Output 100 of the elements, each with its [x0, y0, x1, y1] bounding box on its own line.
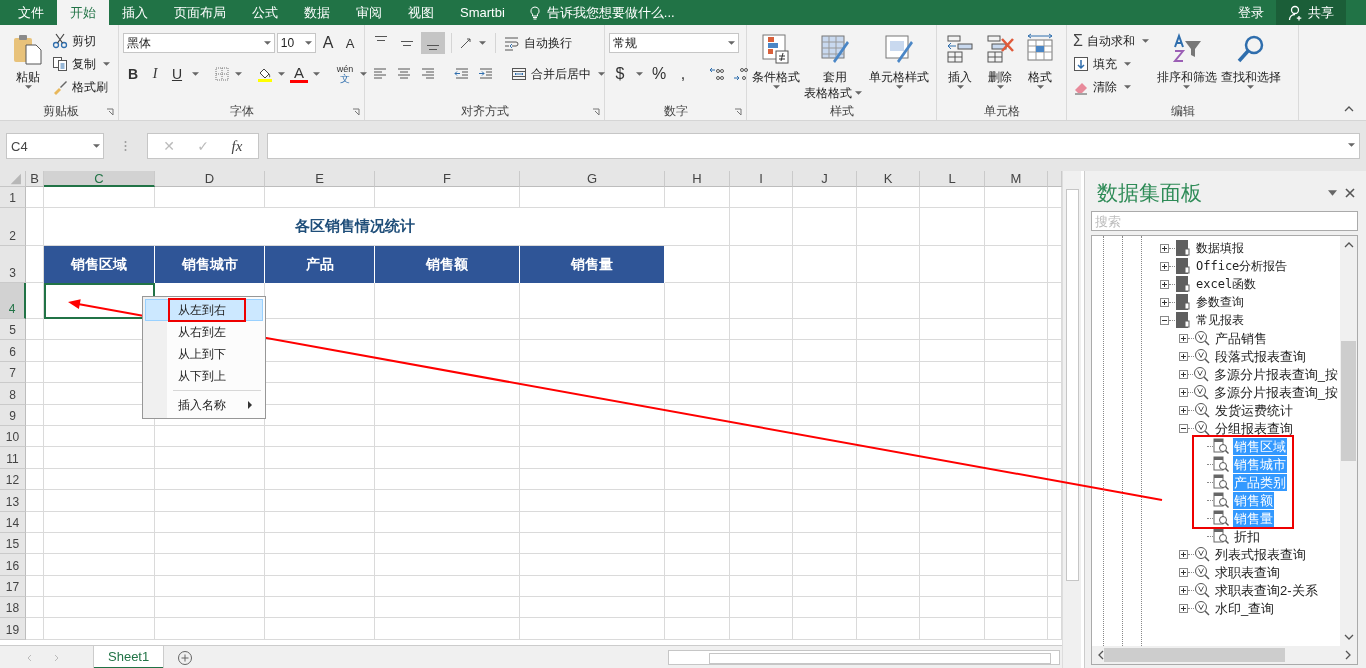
- close-icon[interactable]: [1345, 188, 1355, 198]
- ribbon-tab[interactable]: 插入: [109, 0, 161, 25]
- tell-me-search[interactable]: 告诉我您想要做什么...: [517, 0, 685, 25]
- tree-item[interactable]: 列表式报表查询: [1214, 545, 1307, 563]
- row-header[interactable]: 11: [0, 447, 26, 469]
- ribbon-tab[interactable]: Smartbi: [447, 0, 518, 25]
- row-header[interactable]: 19: [0, 618, 26, 640]
- tree-item[interactable]: 求职表查询2-关系: [1214, 581, 1319, 599]
- tree-toggle-icon[interactable]: [1179, 423, 1188, 433]
- row-header[interactable]: 7: [0, 361, 26, 384]
- insert-function-button[interactable]: fx: [222, 135, 252, 157]
- italic-button[interactable]: I: [145, 63, 165, 85]
- column-header[interactable]: I: [730, 171, 793, 187]
- tree-item[interactable]: 求职表查询: [1214, 563, 1281, 581]
- column-header[interactable]: F: [375, 171, 520, 187]
- caret-icon[interactable]: [192, 71, 199, 77]
- add-sheet-icon[interactable]: [177, 649, 194, 666]
- sheet-tab[interactable]: Sheet1: [94, 646, 164, 668]
- column-header[interactable]: L: [920, 171, 985, 187]
- scroll-left-icon[interactable]: [1098, 650, 1104, 660]
- dropdown-caret-icon[interactable]: [1328, 190, 1337, 196]
- format-as-table-button[interactable]: 套用 表格格式: [803, 31, 866, 103]
- orientation-icon[interactable]: [458, 35, 474, 51]
- dialog-launcher-icon[interactable]: [592, 108, 600, 116]
- number-format-field[interactable]: 常规: [609, 33, 739, 53]
- wrap-text-button[interactable]: 自动换行: [502, 33, 574, 53]
- insert-cells-button[interactable]: 插入: [941, 31, 979, 92]
- tree-toggle-icon[interactable]: [1179, 567, 1188, 577]
- column-header[interactable]: J: [793, 171, 857, 187]
- row-header[interactable]: 10: [0, 425, 26, 448]
- formula-input[interactable]: [267, 133, 1360, 159]
- vertical-scrollbar[interactable]: [1062, 171, 1081, 668]
- menu-item[interactable]: 从下到上: [145, 365, 263, 387]
- tree-toggle-icon[interactable]: [1160, 297, 1169, 307]
- column-header[interactable]: E: [265, 171, 375, 187]
- row-header[interactable]: 18: [0, 597, 26, 619]
- dialog-launcher-icon[interactable]: [352, 108, 360, 116]
- column-header[interactable]: H: [665, 171, 730, 187]
- conditional-formatting-button[interactable]: 条件格式: [751, 31, 801, 92]
- row-header[interactable]: 14: [0, 511, 26, 533]
- row-header[interactable]: 12: [0, 468, 26, 491]
- tree-item[interactable]: 水印_查询: [1214, 599, 1276, 617]
- decrease-font-size-button[interactable]: A: [340, 32, 360, 54]
- delete-cells-button[interactable]: 删除: [981, 31, 1019, 92]
- tree-item[interactable]: 参数查询: [1195, 293, 1245, 311]
- submenu-item[interactable]: 插入名称: [145, 394, 263, 416]
- column-header[interactable]: C: [44, 171, 155, 187]
- tree-item[interactable]: 数据填报: [1195, 239, 1245, 257]
- merge-center-button[interactable]: 合并后居中: [509, 64, 610, 84]
- search-field[interactable]: 搜索: [1091, 211, 1358, 231]
- row-header[interactable]: 15: [0, 532, 26, 555]
- tree-item[interactable]: 发货运费统计: [1214, 401, 1294, 419]
- dialog-launcher-icon[interactable]: [106, 108, 114, 116]
- tree-toggle-icon[interactable]: [1179, 333, 1188, 343]
- column-header[interactable]: M: [985, 171, 1048, 187]
- scroll-down-icon[interactable]: [1343, 634, 1354, 640]
- tree-toggle-icon[interactable]: [1179, 603, 1188, 613]
- tree-item[interactable]: 多源分片报表查询_按: [1212, 383, 1339, 401]
- tree-item[interactable]: Office分析报告: [1195, 257, 1289, 275]
- caret-icon[interactable]: [235, 71, 242, 77]
- tree-item[interactable]: 段落式报表查询: [1214, 347, 1307, 365]
- tree-toggle-icon[interactable]: [1179, 387, 1188, 397]
- tree-toggle-icon[interactable]: [1160, 279, 1169, 289]
- row-header[interactable]: 3: [0, 246, 26, 283]
- ribbon-tab[interactable]: 视图: [395, 0, 447, 25]
- row-header[interactable]: 2: [0, 208, 26, 246]
- collapse-ribbon-icon[interactable]: [1344, 106, 1354, 112]
- row-header[interactable]: 6: [0, 340, 26, 362]
- ribbon-tab[interactable]: 公式: [239, 0, 291, 25]
- menu-item[interactable]: 从上到下: [145, 343, 263, 365]
- percent-button[interactable]: %: [648, 63, 670, 85]
- font-color-button[interactable]: A: [290, 65, 308, 83]
- tree-item[interactable]: 分组报表查询: [1214, 419, 1294, 437]
- row-header[interactable]: 1: [0, 187, 26, 208]
- row-header[interactable]: 5: [0, 319, 26, 341]
- font-size-field[interactable]: 10: [276, 33, 316, 53]
- sort-filter-button[interactable]: 排序和筛选: [1155, 31, 1218, 92]
- ribbon-tab[interactable]: 页面布局: [161, 0, 239, 25]
- tree-toggle-icon[interactable]: [1179, 369, 1188, 379]
- caret-icon[interactable]: [313, 71, 320, 77]
- name-box[interactable]: C4: [6, 133, 104, 159]
- phonetic-guide-button[interactable]: wén 文: [335, 63, 355, 85]
- vertical-align-button[interactable]: [421, 32, 445, 54]
- tree-toggle-icon[interactable]: [1160, 315, 1169, 325]
- tree-item[interactable]: 多源分片报表查询_按: [1212, 365, 1339, 383]
- font-name-field[interactable]: 黑体: [123, 33, 275, 53]
- bold-button[interactable]: B: [123, 63, 143, 85]
- expand-caret-icon[interactable]: [1348, 143, 1355, 148]
- tree-item[interactable]: 常见报表: [1195, 311, 1245, 329]
- scroll-thumb[interactable]: [1104, 648, 1285, 662]
- ribbon-tab[interactable]: 开始: [57, 0, 109, 25]
- scroll-right-icon[interactable]: [1345, 650, 1351, 660]
- column-header[interactable]: D: [155, 171, 265, 187]
- tree-toggle-icon[interactable]: [1160, 243, 1169, 253]
- ribbon-tab[interactable]: 文件: [5, 0, 57, 25]
- caret-icon[interactable]: [278, 71, 285, 77]
- row-header[interactable]: 16: [0, 554, 26, 576]
- row-header[interactable]: 9: [0, 404, 26, 426]
- tree-item[interactable]: 产品销售: [1214, 329, 1268, 347]
- tree-toggle-icon[interactable]: [1179, 585, 1188, 595]
